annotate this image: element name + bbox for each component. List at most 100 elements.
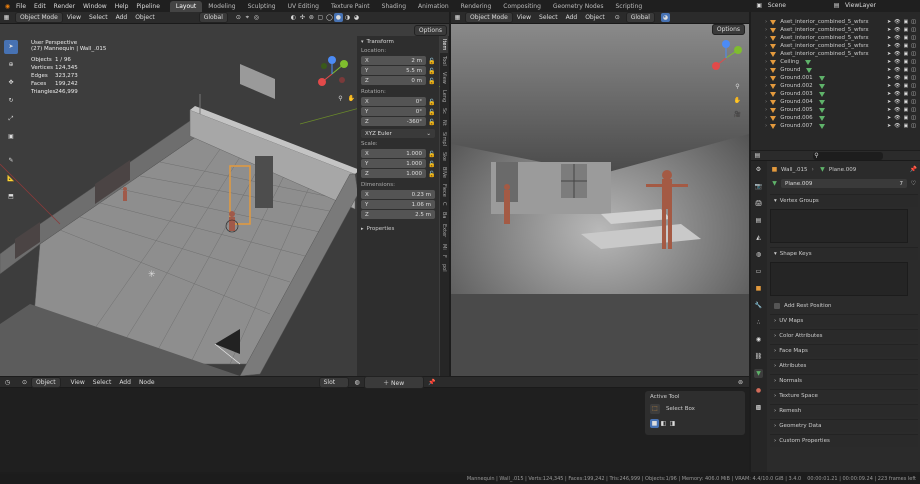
n-tab-f[interactable]: F [440, 252, 448, 261]
eye-icon[interactable]: 👁 [894, 27, 900, 33]
editor-type-icon-right[interactable]: ▦ [453, 13, 462, 22]
camera-restrict-icon[interactable]: ▣ [904, 43, 909, 49]
location-x-field[interactable]: X 2 m [361, 56, 426, 65]
camera-restrict-icon[interactable]: ▣ [904, 51, 909, 57]
dimensions-z-field[interactable]: Z 2.5 m [361, 210, 435, 219]
menu-edit[interactable]: Edit [30, 3, 50, 10]
render-tab-icon[interactable]: 📷 [754, 182, 763, 191]
mode-select[interactable]: Object Mode [15, 12, 63, 23]
editor-type-icon-props[interactable]: ▤ [753, 151, 762, 160]
restrict-select-icon[interactable]: ➤ [887, 91, 891, 97]
dimensions-x-field[interactable]: X 0.23 m [361, 190, 435, 199]
shading-solid-icon[interactable]: ● [333, 13, 343, 22]
select-mode-extend-icon[interactable]: ◧ [659, 419, 668, 428]
cursor-icon[interactable]: ⊕ [4, 58, 18, 72]
outliner-item[interactable]: › Ground.006 ➤ 👁 ▣ ◫ [751, 114, 920, 122]
viewport-left-options[interactable]: Options [413, 25, 447, 36]
xray-icon[interactable]: ▢ [316, 13, 325, 22]
n-tab-ske[interactable]: Ske [440, 149, 448, 164]
node-tree-type-icon[interactable]: ⊙ [20, 378, 29, 387]
panel-texture-space[interactable]: › Texture Space [770, 389, 918, 402]
panel-face-maps[interactable]: › Face Maps [770, 344, 918, 357]
workspace-tab-scripting[interactable]: Scripting [610, 1, 649, 12]
orientation-select[interactable]: Global [198, 12, 228, 23]
camera-restrict-icon[interactable]: ▣ [904, 107, 909, 113]
editor-type-icon[interactable]: ▦ [2, 13, 11, 22]
eye-icon[interactable]: 👁 [894, 43, 900, 49]
view-layer-tab-icon[interactable]: ▤ [754, 216, 763, 225]
lock-icon[interactable]: 🔓 [428, 57, 435, 66]
restrict-select-icon[interactable]: ➤ [887, 99, 891, 105]
vr-menu-add[interactable]: Add [562, 14, 582, 21]
restrict-select-icon[interactable]: ➤ [887, 35, 891, 41]
render-restrict-icon[interactable]: ◫ [911, 51, 916, 57]
workspace-tab-rendering[interactable]: Rendering [455, 1, 498, 12]
pin-icon[interactable]: 📌 [909, 165, 918, 174]
expand-arrow-icon[interactable]: › [765, 115, 767, 121]
n-tab-fiece[interactable]: Fiece [440, 181, 448, 200]
n-tab-ba[interactable]: Ba [440, 209, 448, 222]
zoom-icon[interactable]: ⚲ [336, 94, 345, 103]
workspace-tab-animation[interactable]: Animation [412, 1, 455, 12]
lock-icon[interactable]: 🔓 [428, 98, 435, 107]
workspace-tab-compositing[interactable]: Compositing [497, 1, 547, 12]
panel-uv-maps[interactable]: › UV Maps [770, 314, 918, 327]
workspace-tab-texture-paint[interactable]: Texture Paint [325, 1, 376, 12]
render-restrict-icon[interactable]: ◫ [911, 19, 916, 25]
vr-menu-view[interactable]: View [513, 14, 535, 21]
mode-select-right[interactable]: Object Mode [465, 12, 513, 23]
rotation-y-field[interactable]: Y 0° [361, 107, 426, 116]
render-restrict-icon[interactable]: ◫ [911, 67, 916, 73]
rotation-mode-select[interactable]: XYZ Euler ⌄ [361, 129, 435, 138]
orientation-select-right[interactable]: Global [625, 12, 655, 23]
visibility-icon[interactable]: ◐ [289, 13, 298, 22]
fake-user-icon[interactable]: ♡ [909, 179, 918, 188]
new-material-button[interactable]: ＋ New [363, 375, 424, 389]
add-rest-position-checkbox[interactable] [774, 303, 780, 309]
outliner-item[interactable]: › Aset_interior_combined_5_wfsrx ➤ 👁 ▣ ◫ [751, 26, 920, 34]
expand-arrow-icon[interactable]: › [765, 99, 767, 105]
blender-logo-icon[interactable]: ◉ [3, 2, 12, 11]
shading-material-icon[interactable]: ◑ [343, 13, 352, 22]
eye-icon[interactable]: 👁 [894, 107, 900, 113]
ne-menu-add[interactable]: Add [115, 379, 135, 386]
camera-restrict-icon[interactable]: ▣ [904, 19, 909, 25]
select-mode-new-icon[interactable]: ■ [650, 419, 659, 428]
camera-restrict-icon[interactable]: ▣ [904, 83, 909, 89]
eye-icon[interactable]: 👁 [894, 115, 900, 121]
restrict-select-icon[interactable]: ➤ [887, 123, 891, 129]
expand-arrow-icon[interactable]: › [765, 75, 767, 81]
restrict-select-icon[interactable]: ➤ [887, 43, 891, 49]
panel-custom-properties[interactable]: › Custom Properties [770, 434, 918, 447]
navigation-gizmo-right[interactable] [706, 40, 746, 76]
location-z-field[interactable]: Z 0 m [361, 76, 426, 85]
panel-remesh[interactable]: › Remesh [770, 404, 918, 417]
eye-icon[interactable]: 👁 [894, 91, 900, 97]
workspace-tab-shading[interactable]: Shading [376, 1, 412, 12]
restrict-select-icon[interactable]: ➤ [887, 27, 891, 33]
constraints-tab-icon[interactable]: ⛓ [754, 352, 763, 361]
outliner-item[interactable]: › Aset_interior_combined_5_wfsrx ➤ 👁 ▣ ◫ [751, 50, 920, 58]
eye-icon[interactable]: 👁 [894, 35, 900, 41]
eye-icon[interactable]: 👁 [894, 19, 900, 25]
scale-icon[interactable]: ⤢ [4, 112, 18, 126]
menu-window[interactable]: Window [79, 3, 111, 10]
hand-icon[interactable]: ✋ [347, 94, 356, 103]
expand-arrow-icon[interactable]: › [765, 19, 767, 25]
expand-arrow-icon[interactable]: › [765, 35, 767, 41]
mesh-browse-icon[interactable]: ▼ [770, 179, 779, 188]
render-restrict-icon[interactable]: ◫ [911, 99, 916, 105]
overlay-icon-node[interactable]: ⊚ [736, 378, 745, 387]
proportional-icon[interactable]: ◎ [252, 13, 261, 22]
output-tab-icon[interactable]: 🖨 [754, 199, 763, 208]
scale-x-field[interactable]: X 1.000 [361, 149, 426, 158]
particles-tab-icon[interactable]: ∴ [754, 318, 763, 327]
add-cube-icon[interactable]: ⬒ [4, 190, 18, 204]
annotate-icon[interactable]: ✎ [4, 154, 18, 168]
panel-normals[interactable]: › Normals [770, 374, 918, 387]
lock-icon[interactable]: 🔓 [428, 108, 435, 117]
vl-menu-select[interactable]: Select [85, 14, 112, 21]
lock-icon[interactable]: 🔓 [428, 77, 435, 86]
camera-restrict-icon[interactable]: ▣ [904, 115, 909, 121]
render-restrict-icon[interactable]: ◫ [911, 115, 916, 121]
